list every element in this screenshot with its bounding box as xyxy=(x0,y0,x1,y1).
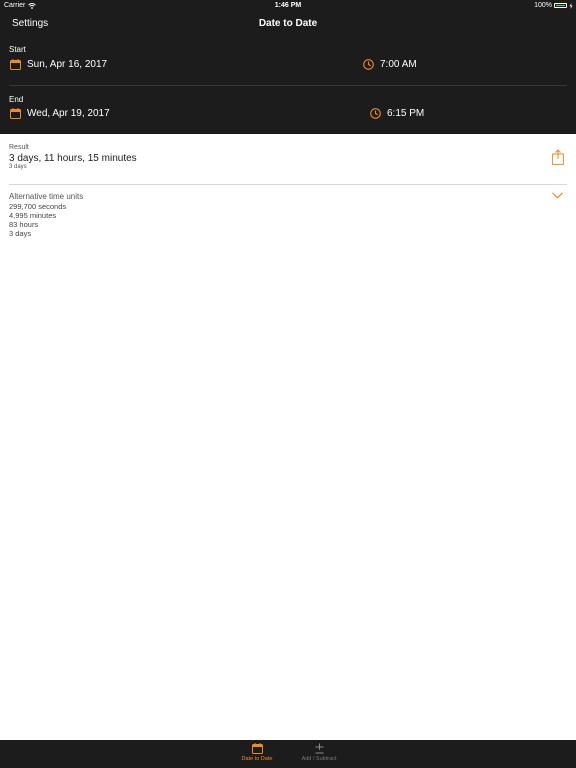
alternative-units-label: Alternative time units xyxy=(9,192,84,201)
start-date-value: Sun, Apr 16, 2017 xyxy=(27,59,108,70)
calendar-icon xyxy=(10,59,21,70)
list-item: 3 days xyxy=(9,229,32,238)
tab-label: Add / Subtract xyxy=(301,756,337,762)
share-icon[interactable] xyxy=(552,149,564,165)
page-title: Date to Date xyxy=(258,18,318,29)
battery-icon xyxy=(554,3,567,8)
clock-icon xyxy=(370,108,381,119)
charging-icon xyxy=(569,2,573,9)
result-label: Result xyxy=(9,144,29,151)
calendar-icon xyxy=(251,743,263,754)
end-label: End xyxy=(9,95,24,104)
result-value: 3 days, 11 hours, 15 minutes xyxy=(9,153,137,164)
status-time: 1:46 PM xyxy=(274,2,302,9)
list-item: 4,995 minutes xyxy=(9,211,57,220)
start-label: Start xyxy=(9,45,26,54)
end-date-button[interactable]: Wed, Apr 19, 2017 xyxy=(10,108,110,119)
start-time-value: 7:00 AM xyxy=(380,59,417,70)
result-subvalue: 3 days xyxy=(9,164,27,170)
result-section: Result 3 days, 11 hours, 15 minutes 3 da… xyxy=(0,134,576,184)
tab-bar: Date to Date Add / Subtract xyxy=(0,740,576,768)
alternative-units-list: 299,700 seconds 4,995 minutes 83 hours 3… xyxy=(9,202,66,238)
clock-icon xyxy=(363,59,374,70)
plus-minus-icon xyxy=(315,743,323,754)
section-divider xyxy=(9,184,567,185)
end-time-button[interactable]: 6:15 PM xyxy=(370,108,424,119)
date-input-panel: Start Sun, Apr 16, 2017 7:00 AM End Wed,… xyxy=(0,36,576,134)
end-date-value: Wed, Apr 19, 2017 xyxy=(27,108,110,119)
status-bar: Carrier 1:46 PM 100% xyxy=(0,0,576,12)
tab-add-subtract[interactable]: Add / Subtract xyxy=(289,743,349,762)
start-date-button[interactable]: Sun, Apr 16, 2017 xyxy=(10,59,107,70)
tab-label: Date to Date xyxy=(241,756,273,762)
battery-percent: 100% xyxy=(534,2,552,9)
end-time-value: 6:15 PM xyxy=(387,108,425,119)
tab-date-to-date[interactable]: Date to Date xyxy=(227,743,287,762)
list-item: 83 hours xyxy=(9,220,39,229)
navigation-bar: Settings Date to Date xyxy=(0,12,576,36)
battery-indicator: 100% xyxy=(534,2,573,9)
chevron-down-icon[interactable] xyxy=(552,192,563,199)
list-item: 299,700 seconds xyxy=(9,202,67,211)
start-time-button[interactable]: 7:00 AM xyxy=(363,59,417,70)
calendar-icon xyxy=(10,108,21,119)
panel-divider xyxy=(9,85,567,86)
